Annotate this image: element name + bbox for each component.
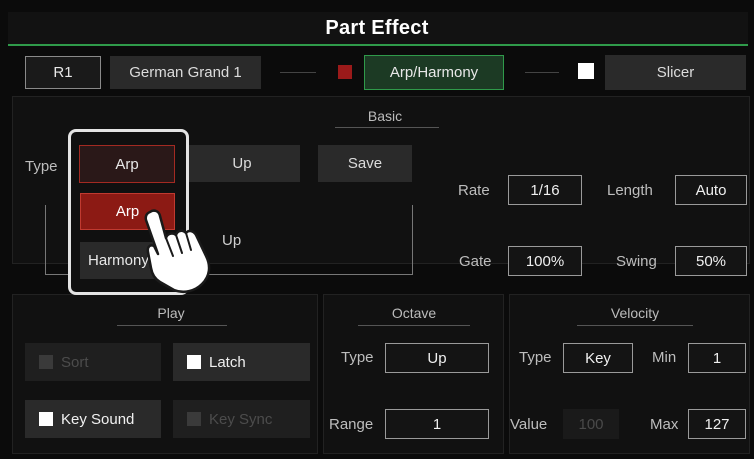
play-underline — [117, 325, 227, 326]
save-button[interactable]: Save — [318, 145, 412, 182]
connector-line — [525, 72, 559, 73]
connector-line — [280, 72, 316, 73]
latch-toggle[interactable]: Latch — [173, 343, 310, 381]
rate-label: Rate — [458, 182, 490, 199]
arp-harmony-button[interactable]: Arp/Harmony — [364, 55, 504, 90]
rate-field[interactable]: 1/16 — [508, 175, 582, 205]
key-sync-label: Key Sync — [209, 410, 273, 428]
velocity-underline — [577, 325, 693, 326]
key-sync-checkbox — [187, 412, 201, 426]
type-label: Type — [25, 158, 58, 175]
latch-checkbox — [187, 355, 201, 369]
octave-type-label: Type — [341, 349, 374, 366]
value-label: Value — [510, 416, 548, 433]
arp-mode-button[interactable]: Up — [184, 145, 300, 182]
min-label: Min — [652, 349, 677, 366]
sort-checkbox — [39, 355, 53, 369]
range-label: Range — [329, 416, 374, 433]
max-field[interactable]: 127 — [688, 409, 746, 439]
gate-field[interactable]: 100% — [508, 246, 582, 276]
velocity-label: Velocity — [610, 305, 660, 321]
part-button[interactable]: R1 — [25, 56, 101, 89]
key-sound-checkbox — [39, 412, 53, 426]
key-sound-toggle[interactable]: Key Sound — [25, 400, 161, 438]
slicer-button[interactable]: Slicer — [605, 55, 746, 90]
basic-underline — [335, 127, 439, 128]
basic-label: Basic — [367, 108, 403, 124]
slicer-indicator — [578, 63, 594, 79]
latch-label: Latch — [209, 353, 246, 371]
velocity-type-label: Type — [519, 349, 552, 366]
swing-field[interactable]: 50% — [675, 246, 747, 276]
length-field[interactable]: Auto — [675, 175, 747, 205]
key-sync-toggle[interactable]: Key Sync — [173, 400, 310, 438]
swing-label: Swing — [616, 253, 657, 270]
sort-label: Sort — [61, 353, 89, 371]
octave-underline — [358, 325, 470, 326]
gate-label: Gate — [459, 253, 492, 270]
length-label: Length — [607, 182, 653, 199]
type-selected-field[interactable]: Arp — [79, 145, 175, 183]
page-title: Part Effect — [325, 17, 429, 39]
value-field[interactable]: 100 — [563, 409, 619, 439]
octave-type-field[interactable]: Up — [385, 343, 489, 373]
pattern-mode-label: Up — [222, 232, 242, 249]
max-label: Max — [650, 416, 679, 433]
octave-label: Octave — [391, 305, 437, 321]
arp-indicator — [338, 65, 352, 79]
min-field[interactable]: 1 — [688, 343, 746, 373]
key-sound-label: Key Sound — [61, 410, 135, 428]
play-label: Play — [157, 305, 185, 321]
range-field[interactable]: 1 — [385, 409, 489, 439]
velocity-type-field[interactable]: Key — [563, 343, 633, 373]
sort-toggle[interactable]: Sort — [25, 343, 161, 381]
pointing-hand-icon — [144, 209, 211, 293]
voice-button[interactable]: German Grand 1 — [110, 56, 261, 89]
